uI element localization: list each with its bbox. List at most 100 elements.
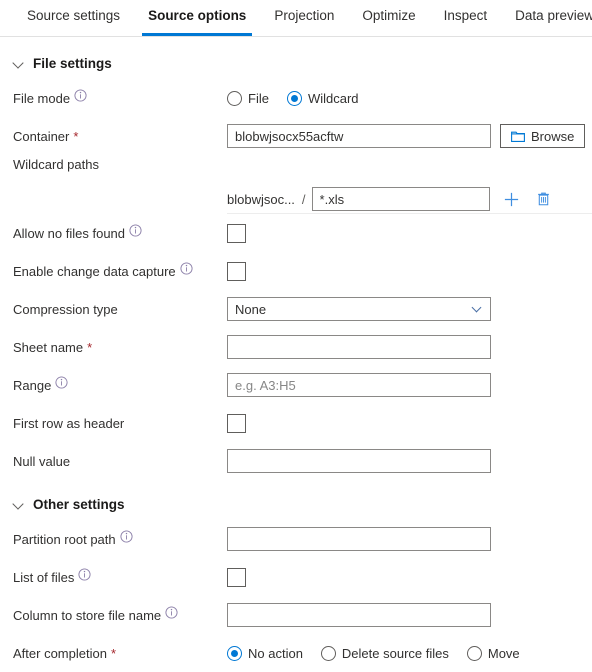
label-list-of-files: List of files (13, 567, 227, 585)
compression-type-dropdown[interactable]: None (227, 297, 491, 321)
radio-label: Delete source files (341, 645, 449, 661)
sheet-name-input[interactable] (227, 335, 491, 359)
info-icon[interactable] (165, 605, 178, 619)
radio-indicator (466, 645, 482, 661)
label-partition-root-path: Partition root path (13, 529, 227, 547)
label-text: Wildcard paths (13, 157, 99, 172)
radio-label: No action (248, 645, 303, 661)
tab-optimize[interactable]: Optimize (348, 0, 429, 36)
radio-after-completion-no-action[interactable]: No action (227, 645, 303, 661)
tab-projection[interactable]: Projection (260, 0, 348, 36)
radio-after-completion-delete-source-files[interactable]: Delete source files (320, 645, 449, 661)
compression-type-value: None (235, 301, 267, 317)
radio-label: Wildcard (307, 90, 359, 106)
tab-data-preview[interactable]: Data preview (501, 0, 592, 36)
field-list-of-files (227, 567, 592, 587)
row-partition-root-path: Partition root path (0, 520, 592, 558)
radio-group-after-completion: No action Delete source files Move (227, 645, 538, 661)
tab-label: Optimize (362, 8, 416, 23)
section-header-other-settings[interactable]: Other settings (0, 488, 592, 520)
label-text: Partition root path (13, 531, 116, 547)
tab-source-options[interactable]: Source options (134, 0, 260, 36)
wildcard-path-prefix: blobwjsoc... (227, 191, 295, 207)
label-text: First row as header (13, 415, 125, 431)
field-after-completion: No action Delete source files Move (227, 645, 592, 661)
field-null-value (227, 449, 592, 473)
browse-button[interactable]: Browse (500, 124, 586, 148)
label-after-completion: After completion * (13, 646, 227, 661)
radio-indicator (320, 645, 336, 661)
radio-after-completion-move[interactable]: Move (466, 645, 520, 661)
wildcard-path-separator: / (301, 191, 306, 207)
radio-label: File (248, 90, 269, 106)
null-value-input[interactable] (227, 449, 491, 473)
add-wildcard-path-button[interactable] (502, 189, 522, 209)
enable-change-data-capture-checkbox[interactable] (227, 261, 246, 281)
wildcard-path-row: blobwjsoc... / (227, 187, 554, 211)
first-row-as-header-checkbox[interactable] (227, 413, 246, 433)
row-enable-change-data-capture: Enable change data capture (0, 252, 592, 290)
label-text: Compression type (13, 301, 118, 317)
row-wildcard-paths: Wildcard paths (0, 155, 592, 185)
section-title: File settings (33, 55, 112, 71)
row-container: Container * Browse (0, 117, 592, 155)
section-header-file-settings[interactable]: File settings (0, 47, 592, 79)
label-container: Container * (13, 129, 227, 144)
label-text: Null value (13, 453, 71, 469)
range-input[interactable] (227, 373, 491, 397)
info-icon[interactable] (129, 223, 142, 237)
label-allow-no-files-found: Allow no files found (13, 223, 227, 241)
label-range: Range (13, 375, 227, 393)
tab-label: Inspect (443, 8, 488, 23)
radio-group-file-mode: File Wildcard (227, 90, 377, 106)
label-text: After completion (13, 645, 107, 661)
trash-icon (536, 191, 551, 207)
chevron-down-icon (473, 304, 483, 314)
chevron-down-icon (13, 57, 25, 69)
info-icon[interactable] (55, 375, 68, 389)
chevron-down-icon (13, 498, 25, 510)
plus-icon (503, 191, 520, 208)
row-null-value: Null value (0, 442, 592, 480)
list-of-files-checkbox[interactable] (227, 567, 246, 587)
radio-file-mode-wildcard[interactable]: Wildcard (286, 90, 359, 106)
label-first-row-as-header: First row as header (13, 416, 227, 431)
row-allow-no-files-found: Allow no files found (0, 214, 592, 252)
required-asterisk: * (110, 645, 116, 661)
info-icon[interactable] (120, 529, 133, 543)
radio-label: Move (487, 645, 520, 661)
container-input[interactable] (227, 124, 491, 148)
field-allow-no-files-found (227, 223, 592, 243)
field-enable-change-data-capture (227, 261, 592, 281)
wildcard-path-input[interactable] (311, 187, 490, 211)
field-compression-type: None (227, 297, 592, 321)
row-column-to-store-file-name: Column to store file name (0, 596, 592, 634)
delete-wildcard-path-button[interactable] (534, 189, 554, 209)
label-wildcard-paths: Wildcard paths (13, 155, 227, 172)
row-list-of-files: List of files (0, 558, 592, 596)
field-sheet-name (227, 335, 592, 359)
tab-source-settings[interactable]: Source settings (13, 0, 134, 36)
row-sheet-name: Sheet name * (0, 328, 592, 366)
info-icon[interactable] (78, 567, 91, 581)
tab-inspect[interactable]: Inspect (430, 0, 502, 36)
partition-root-path-input[interactable] (227, 527, 491, 551)
allow-no-files-found-checkbox[interactable] (227, 223, 246, 243)
required-asterisk: * (73, 128, 79, 144)
label-text: Container (13, 128, 70, 144)
row-after-completion: After completion * No action Delete sour… (0, 634, 592, 672)
row-compression-type: Compression type None (0, 290, 592, 328)
info-icon[interactable] (74, 88, 87, 102)
row-first-row-as-header: First row as header (0, 404, 592, 442)
section-title: Other settings (33, 496, 125, 512)
label-file-mode: File mode (13, 88, 227, 106)
info-icon[interactable] (180, 261, 193, 275)
radio-indicator (286, 90, 302, 106)
browse-label: Browse (531, 128, 575, 144)
label-sheet-name: Sheet name * (13, 340, 227, 355)
tab-label: Projection (274, 8, 335, 23)
radio-indicator (227, 645, 242, 661)
label-text: Sheet name (13, 339, 84, 355)
column-to-store-file-name-input[interactable] (227, 603, 491, 627)
radio-file-mode-file[interactable]: File (227, 90, 269, 106)
